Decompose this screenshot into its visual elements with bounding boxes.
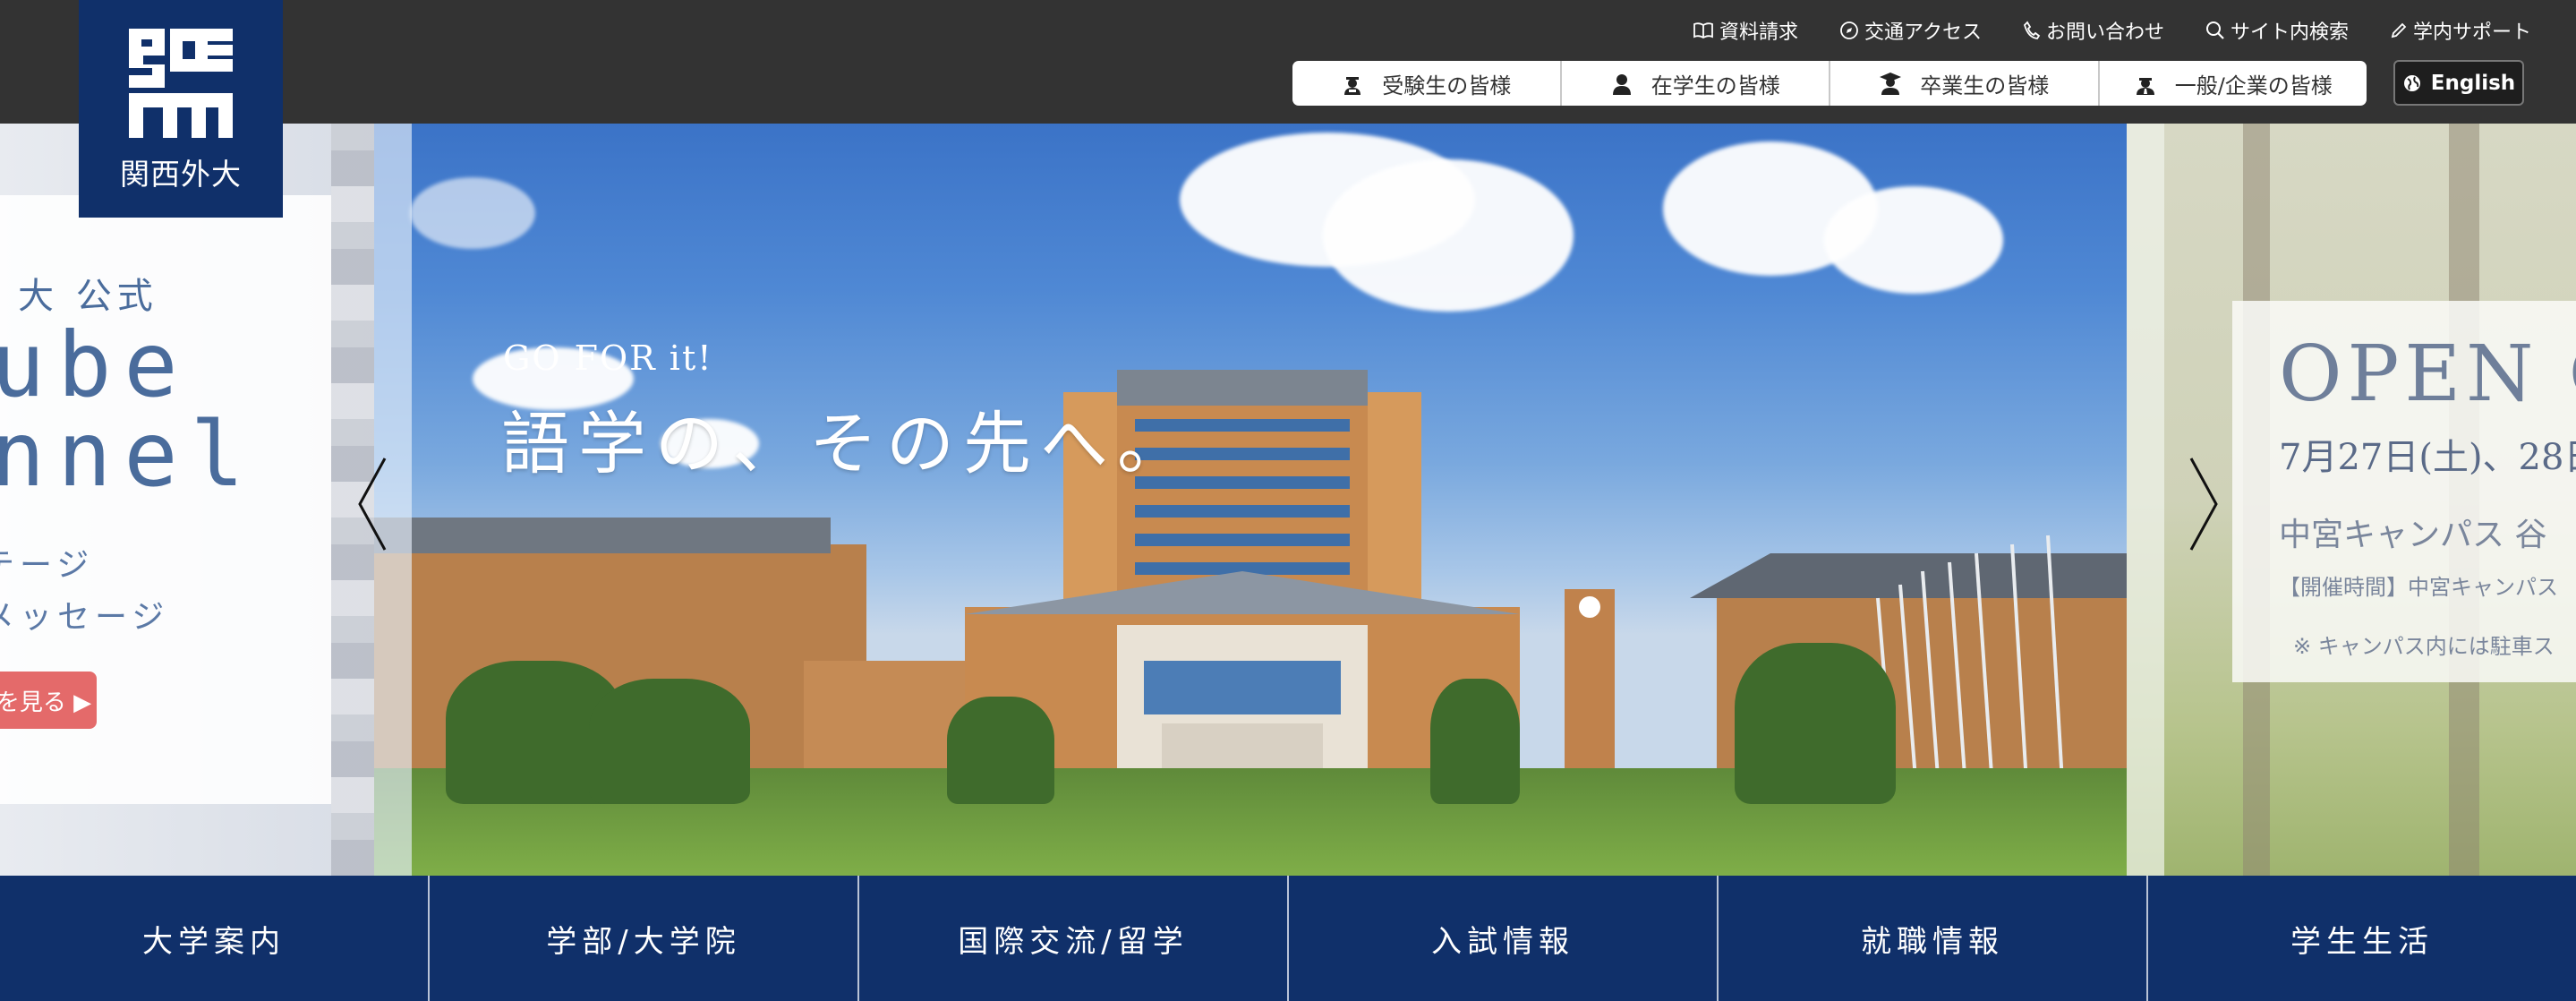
audience-button-label: 卒業生の皆様 xyxy=(1920,73,2050,98)
global-nav: 大学案内 学部/大学院 国際交流/留学 入試情報 就職情報 学生生活 xyxy=(0,876,2576,1001)
utility-link-label: 交通アクセス xyxy=(1864,21,1982,44)
university-logo[interactable]: 関西外大 xyxy=(79,0,283,218)
audience-button-alumni[interactable]: 卒業生の皆様 xyxy=(1830,61,2100,106)
student-icon xyxy=(1612,74,1631,95)
slide-text-line: メッセージ xyxy=(0,599,170,636)
carousel-next-arrow[interactable] xyxy=(2186,455,2222,553)
top-bar: 資料請求 交通アクセス お問い合わせ サイト内検索 学内サポート 受験生の皆様 … xyxy=(0,0,2576,124)
utility-links: 資料請求 交通アクセス お問い合わせ サイト内検索 学内サポート xyxy=(1651,16,2531,45)
global-nav-career[interactable]: 就職情報 xyxy=(1719,876,2148,1001)
utility-link-request[interactable]: 資料請求 xyxy=(1693,16,1798,45)
chevron-right-icon xyxy=(2189,458,2218,551)
hero-catch-big: 語学の、その先へ。 xyxy=(501,404,1194,483)
applicant-icon xyxy=(1344,77,1361,95)
english-button-label: English xyxy=(2430,71,2516,95)
utility-link-label: 学内サポート xyxy=(2412,21,2531,44)
global-nav-admissions[interactable]: 入試情報 xyxy=(1289,876,1719,1001)
audience-menu: 受験生の皆様 在学生の皆様 卒業生の皆様 一般/企業の皆様 xyxy=(1292,61,2367,106)
utility-link-label: お問い合わせ xyxy=(2045,21,2164,44)
logo-text: 関西外大 xyxy=(120,157,242,192)
audience-button-label: 一般/企業の皆様 xyxy=(2174,73,2333,98)
slide-previous[interactable]: 大 公式 ube nnel テージ メッセージ を見る ▶ xyxy=(0,124,374,876)
slide-current[interactable] xyxy=(374,124,2127,876)
tree-shape xyxy=(1430,679,1520,804)
global-nav-faculties[interactable]: 学部/大学院 xyxy=(430,876,859,1001)
search-icon xyxy=(2205,21,2224,39)
utility-link-support[interactable]: 学内サポート xyxy=(2390,16,2531,45)
phone-icon xyxy=(2023,21,2041,39)
slide-text: 大 公式 xyxy=(18,276,158,317)
slide-edge-overlay xyxy=(2127,124,2164,876)
audience-button-label: 受験生の皆様 xyxy=(1382,73,1512,98)
slide-date: 7月27日(土)、28日 xyxy=(2279,437,2576,478)
compass-icon xyxy=(1840,21,1858,39)
slide-note: ※ キャンパス内には駐車ス xyxy=(2293,634,2555,659)
business-icon xyxy=(2136,78,2154,95)
audience-button-applicants[interactable]: 受験生の皆様 xyxy=(1292,61,1562,106)
global-nav-international[interactable]: 国際交流/留学 xyxy=(859,876,1289,1001)
slide-text-line: テージ xyxy=(0,547,95,584)
kgu-emblem-icon xyxy=(129,29,233,138)
pencil-icon xyxy=(2391,22,2407,38)
slide-text-line: ube xyxy=(0,312,191,417)
tree-shape xyxy=(947,697,1054,804)
english-button[interactable]: English xyxy=(2393,60,2524,106)
utility-link-label: サイト内検索 xyxy=(2230,21,2349,44)
carousel-prev-arrow[interactable] xyxy=(354,455,390,553)
global-nav-campus-life[interactable]: 学生生活 xyxy=(2148,876,2576,1001)
book-icon xyxy=(1693,22,1713,39)
slide-place: 中宮キャンパス 谷 xyxy=(2279,517,2547,553)
hero-carousel: 大 公式 ube nnel テージ メッセージ を見る ▶ xyxy=(0,124,2576,876)
slide-text: テージ メッセージ xyxy=(0,540,169,644)
globe-icon xyxy=(2403,74,2420,91)
tree-shape xyxy=(589,679,750,804)
global-nav-about[interactable]: 大学案内 xyxy=(0,876,430,1001)
slide-time: 【開催時間】中宮キャンパス xyxy=(2279,575,2558,600)
slide-cta-button[interactable]: を見る ▶ xyxy=(0,672,97,729)
audience-button-label: 在学生の皆様 xyxy=(1651,73,1780,98)
utility-link-access[interactable]: 交通アクセス xyxy=(1839,16,1982,45)
slide-title: OPEN C xyxy=(2279,329,2576,419)
utility-link-label: 資料請求 xyxy=(1719,21,1799,44)
slide-text-line: nnel xyxy=(0,402,257,507)
audience-button-students[interactable]: 在学生の皆様 xyxy=(1562,61,1830,106)
chevron-left-icon xyxy=(358,458,387,551)
graduate-icon xyxy=(1880,73,1902,95)
utility-link-search[interactable]: サイト内検索 xyxy=(2205,16,2349,45)
utility-link-contact[interactable]: お問い合わせ xyxy=(2023,16,2164,45)
tree-shape xyxy=(1735,643,1896,804)
hero-catch-small: GO FOR it! xyxy=(503,338,713,378)
audience-button-business[interactable]: 一般/企業の皆様 xyxy=(2100,61,2367,106)
slide-text: ube nnel xyxy=(0,321,257,500)
